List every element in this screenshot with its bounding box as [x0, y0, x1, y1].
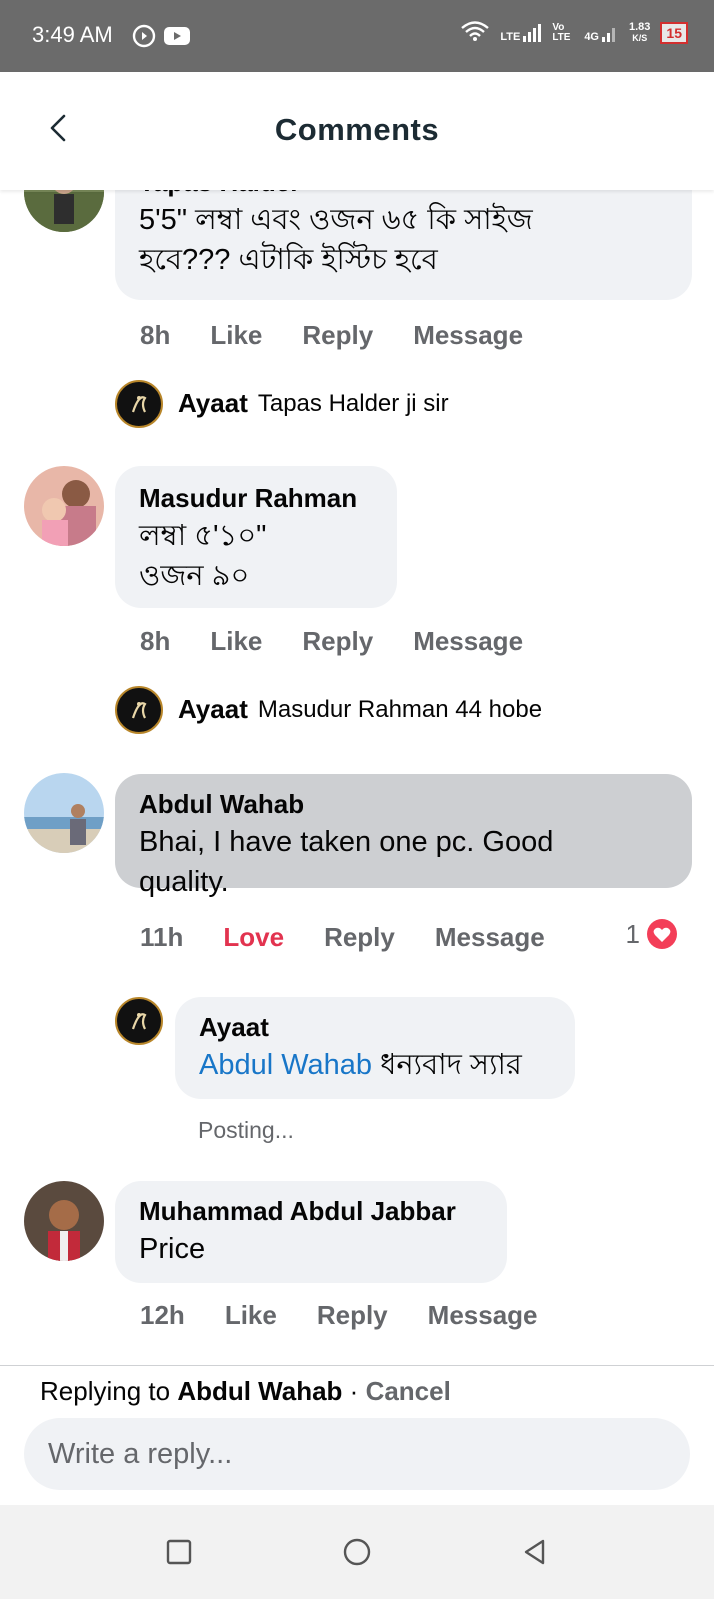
reaction-count: 1: [625, 918, 640, 949]
avatar[interactable]: [24, 466, 104, 546]
system-nav-bar: [0, 1505, 714, 1599]
comment-text: Price: [139, 1233, 206, 1265]
network-type: LTE: [500, 30, 521, 43]
posting-status: Posting...: [198, 1117, 294, 1143]
divider: [0, 1365, 714, 1366]
comment-actions: 8h Like Reply Message: [140, 626, 523, 657]
comment-text: ওজন ৯০: [139, 560, 250, 592]
comment-text: লম্বা ৫'১০": [139, 520, 267, 552]
replying-separator: ·: [342, 1376, 366, 1406]
reaction-summary[interactable]: 1: [626, 918, 678, 950]
comment-author[interactable]: Muhammad Abdul Jabbar: [139, 1193, 483, 1229]
comment-text: হবে??? এটাকি ইস্টিচ হবে: [139, 244, 438, 276]
comment-text: 5'5" লম্বা এবং ওজন ৬৫ কি সাইজ: [139, 204, 533, 236]
wifi-icon: [460, 20, 490, 45]
reply-button[interactable]: Reply: [302, 320, 373, 351]
love-button[interactable]: Love: [223, 922, 284, 953]
reply-button[interactable]: Reply: [324, 922, 395, 953]
reply-author[interactable]: Ayaat: [178, 388, 248, 419]
replying-name: Abdul Wahab: [177, 1376, 343, 1406]
comment-feed[interactable]: Tapas Halder 5'5" লম্বা এবং ওজন ৬৫ কি সা…: [0, 190, 714, 1365]
comment-bubble[interactable]: Masudur Rahman লম্বা ৫'১০" ওজন ৯০: [115, 466, 397, 608]
comment-time: 12h: [140, 1300, 185, 1330]
page-title: Comments: [274, 112, 440, 147]
reply-button[interactable]: Reply: [302, 626, 373, 657]
comment-author[interactable]: Tapas Halder: [139, 190, 668, 200]
page-avatar[interactable]: [115, 686, 163, 734]
status-right-icons: LTE Vo LTE 4G 1.83 K/S 15: [460, 20, 688, 45]
comment-time: 11h: [140, 922, 184, 952]
back-nav-button[interactable]: [518, 1535, 552, 1569]
recents-button[interactable]: [162, 1535, 196, 1569]
home-button[interactable]: [340, 1535, 374, 1569]
replying-to-bar: Replying to Abdul Wahab · Cancel: [40, 1376, 451, 1407]
comment-bubble[interactable]: Tapas Halder 5'5" লম্বা এবং ওজন ৬৫ কি সা…: [115, 190, 692, 300]
comment-text: Bhai, I have taken one pc. Good: [139, 826, 554, 858]
triangle-back-icon: [524, 1539, 545, 1565]
comment-time: 8h: [140, 320, 171, 350]
mention-link[interactable]: Abdul Wahab: [199, 1049, 372, 1081]
reply-text: Abdul Wahab ধন্যবাদ স্যার: [199, 1045, 551, 1085]
comment-time: 8h: [140, 626, 171, 656]
reply-text: Masudur Rahman 44 hobe: [257, 695, 543, 723]
network-type-2: 4G: [584, 30, 599, 43]
4g-signal-icon: 4G: [584, 23, 619, 43]
ayaat-logo-icon: [131, 702, 147, 719]
screen-record-icon: [132, 24, 156, 53]
network-speed: 1.83 K/S: [629, 20, 651, 44]
reply-bubble[interactable]: Ayaat Abdul Wahab ধন্যবাদ স্যার: [175, 997, 575, 1099]
reply-input[interactable]: Write a reply...: [24, 1418, 690, 1490]
heart-icon: [647, 919, 677, 949]
like-button[interactable]: Like: [210, 626, 262, 657]
speed-value: 1.83: [629, 20, 651, 33]
page-avatar[interactable]: [115, 997, 163, 1045]
page-avatar[interactable]: [115, 380, 163, 428]
comment-author[interactable]: Masudur Rahman: [139, 480, 373, 516]
like-button[interactable]: Like: [225, 1300, 277, 1331]
status-time: 3:49 AM: [32, 22, 113, 47]
status-bar: 3:49 AM LTE Vo LTE 4G 1.83 K/S 15: [0, 0, 714, 72]
reply-body: ধন্যবাদ স্যার: [372, 1049, 522, 1081]
comment-actions: 11h Love Reply Message: [140, 922, 545, 953]
square-icon: [166, 1539, 192, 1565]
lte-signal-icon: LTE: [500, 23, 542, 43]
comment-actions: 12h Like Reply Message: [140, 1300, 538, 1331]
reply-author[interactable]: Ayaat: [178, 694, 248, 725]
reply-summary[interactable]: Ayaat Masudur Rahman 44 hobe: [178, 694, 542, 725]
like-button[interactable]: Like: [210, 320, 262, 351]
reply-text: Tapas Halder ji sir: [257, 389, 449, 417]
comment-bubble[interactable]: Abdul Wahab Bhai, I have taken one pc. G…: [115, 774, 692, 898]
message-button[interactable]: Message: [435, 922, 545, 953]
comment-text: quality.: [139, 866, 229, 898]
reply-summary[interactable]: Ayaat Tapas Halder ji sir: [178, 388, 449, 419]
reply-author[interactable]: Ayaat: [199, 1009, 551, 1045]
replying-prefix: Replying to: [40, 1376, 178, 1406]
app-header: Comments: [0, 72, 714, 190]
avatar[interactable]: [24, 773, 104, 853]
youtube-icon: [164, 26, 190, 51]
comment-author[interactable]: Abdul Wahab: [139, 786, 668, 822]
message-button[interactable]: Message: [428, 1300, 538, 1331]
ayaat-logo-icon: [131, 1013, 147, 1030]
volte-label: Vo LTE: [552, 21, 571, 43]
message-button[interactable]: Message: [413, 320, 523, 351]
cancel-reply-button[interactable]: Cancel: [366, 1376, 451, 1406]
ayaat-logo-icon: [131, 396, 147, 413]
avatar[interactable]: [24, 190, 104, 232]
avatar[interactable]: [24, 1181, 104, 1261]
reply-button[interactable]: Reply: [317, 1300, 388, 1331]
status-left-icons: [132, 24, 190, 53]
speed-unit: K/S: [632, 32, 648, 43]
battery-icon: 15: [660, 21, 688, 44]
comment-bubble[interactable]: Muhammad Abdul Jabbar Price: [115, 1181, 507, 1283]
comment-actions: 8h Like Reply Message: [140, 320, 523, 351]
message-button[interactable]: Message: [413, 626, 523, 657]
circle-icon: [343, 1538, 371, 1566]
